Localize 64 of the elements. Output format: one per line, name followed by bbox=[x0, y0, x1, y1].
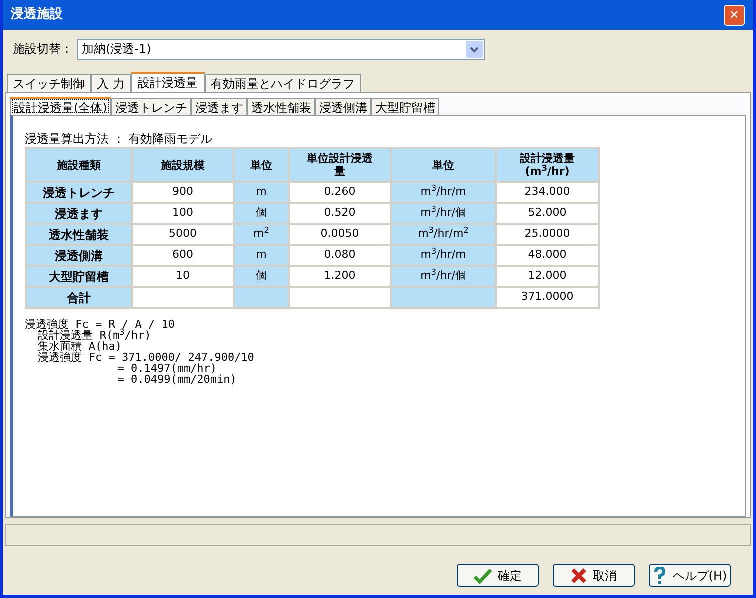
table-cell: m$^{3}$/hr/m bbox=[391, 182, 496, 203]
table-cell: m$^{3}$/hr/m bbox=[391, 245, 496, 266]
table-cell: 234.000 bbox=[496, 182, 599, 203]
tab[interactable]: 設計浸透量 bbox=[130, 72, 205, 92]
close-icon bbox=[571, 568, 587, 584]
table-cell: 25.0000 bbox=[496, 224, 599, 245]
row-header: 浸透トレンチ bbox=[26, 182, 132, 203]
formula-line: 集水面積 A(ha) bbox=[37, 341, 122, 352]
formula-line: = 0.0499(mm/20min) bbox=[116, 374, 237, 385]
table-cell: 48.000 bbox=[496, 245, 599, 266]
tab[interactable]: スイッチ制御 bbox=[7, 74, 91, 92]
table-cell: m bbox=[234, 182, 289, 203]
help-button[interactable]: ヘルプ(H) bbox=[649, 564, 731, 587]
table-cell: 100 bbox=[132, 203, 234, 224]
table-cell: 371.0000 bbox=[496, 287, 599, 308]
formula-line: 設計浸透量 R(m$^{3}$/hr) bbox=[38, 330, 152, 341]
table-cell: 0.080 bbox=[289, 245, 391, 266]
sub-tab[interactable]: 浸透側溝 bbox=[315, 98, 372, 115]
table-cell: 0.520 bbox=[289, 203, 391, 224]
table-header: 単位 bbox=[234, 148, 289, 182]
formula-line: 浸透強度 Fc = 371.0000/ 247.900/10 bbox=[37, 352, 254, 363]
table-cell: m$^{3}$/hr/m$^{2}$ bbox=[391, 224, 496, 245]
table-cell: 個 bbox=[234, 203, 289, 224]
table-cell: 900 bbox=[132, 182, 234, 203]
table-cell: 0.0050 bbox=[289, 224, 391, 245]
row-header: 大型貯留槽 bbox=[26, 266, 132, 287]
table-cell: 5000 bbox=[132, 224, 234, 245]
formula-line: = 0.1497(mm/hr) bbox=[116, 363, 218, 374]
sub-tab[interactable]: 透水性舗装 bbox=[247, 98, 316, 115]
table-cell: 0.260 bbox=[289, 182, 391, 203]
close-button[interactable]: ✕ bbox=[724, 4, 745, 26]
table-cell: 52.000 bbox=[496, 203, 599, 224]
table-header: 単位設計浸透 量 bbox=[289, 148, 391, 182]
table-cell: m$^{2}$ bbox=[234, 224, 289, 245]
row-header: 合計 bbox=[26, 287, 132, 308]
table-header: 施設種類 bbox=[26, 148, 132, 182]
table-cell: m$^{3}$/hr/個 bbox=[391, 266, 496, 287]
table-header: 単位 bbox=[391, 148, 496, 182]
table-cell: m$^{3}$/hr/個 bbox=[391, 203, 496, 224]
table-cell: 12.000 bbox=[496, 266, 599, 287]
sub-tab[interactable]: 浸透トレンチ bbox=[111, 98, 192, 115]
table-cell: 10 bbox=[132, 266, 234, 287]
row-header: 浸透ます bbox=[26, 203, 132, 224]
sub-tab[interactable]: 大型貯留槽 bbox=[371, 98, 440, 115]
cancel-button[interactable]: 取消 bbox=[553, 564, 635, 587]
table-cell: 個 bbox=[234, 266, 289, 287]
table-header: 設計浸透量 (m$^{3}$/hr) bbox=[496, 148, 599, 182]
tab[interactable]: 入 力 bbox=[91, 74, 131, 92]
facility-switch-label: 施設切替： bbox=[13, 41, 73, 58]
formula-line: 浸透強度 Fc = R / A / 10 bbox=[25, 319, 175, 330]
facility-dropdown[interactable]: 加納(浸透-1) bbox=[77, 38, 485, 60]
table-cell: 600 bbox=[132, 245, 234, 266]
sub-tab[interactable]: 浸透ます bbox=[191, 98, 248, 115]
table-cell: m bbox=[234, 245, 289, 266]
table-header: 施設規模 bbox=[132, 148, 234, 182]
table-cell: 1.200 bbox=[289, 266, 391, 287]
tab[interactable]: 有効雨量とハイドログラフ bbox=[204, 74, 361, 92]
method-text: 浸透量算出方法 ： 有効降雨モデル bbox=[25, 132, 214, 146]
row-header: 透水性舗装 bbox=[26, 224, 132, 245]
check-icon bbox=[474, 568, 492, 584]
question-mark-icon bbox=[652, 566, 667, 584]
row-header: 浸透側溝 bbox=[26, 245, 132, 266]
window-title: 浸透施設 bbox=[11, 6, 63, 24]
ok-button[interactable]: 確定 bbox=[457, 564, 539, 587]
